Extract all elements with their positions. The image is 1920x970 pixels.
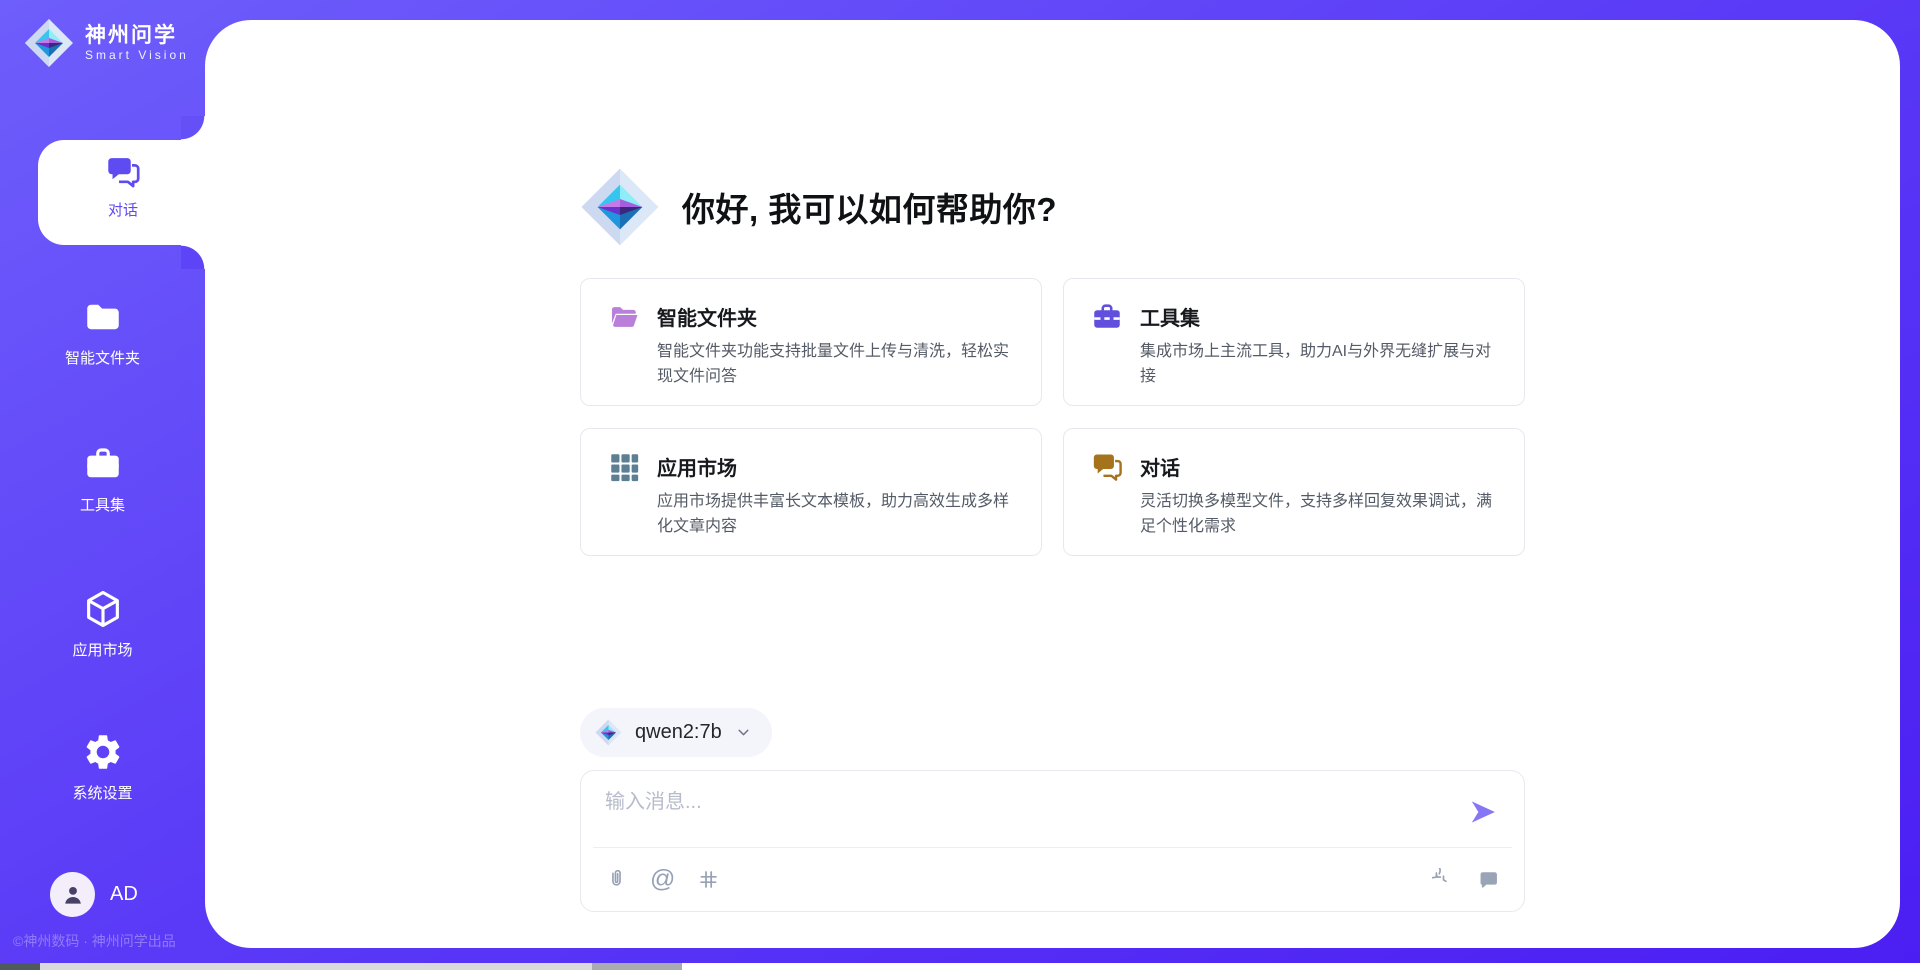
sidebar-item-label: 应用市场	[72, 639, 132, 660]
sidebar-item-label: 对话	[108, 199, 138, 220]
card-title: 智能文件夹	[657, 302, 1015, 331]
folder-icon	[82, 296, 124, 338]
sidebar-item-toolset[interactable]: 工具集	[0, 443, 205, 515]
comment-icon[interactable]	[1477, 868, 1500, 891]
brand-name: 神州问学	[85, 24, 189, 48]
toolbox-icon	[1090, 300, 1124, 334]
card-title: 应用市场	[657, 452, 1015, 481]
model-name: qwen2:7b	[635, 721, 722, 744]
open-folder-icon	[607, 300, 641, 334]
sidebar-item-label: 智能文件夹	[65, 347, 140, 368]
active-tab-fillet-bottom	[181, 245, 205, 269]
active-tab-fillet-top	[181, 116, 205, 140]
card-description: 灵活切换多模型文件，支持多样回复效果调试，满足个性化需求	[1140, 490, 1498, 540]
model-selector[interactable]: qwen2:7b	[580, 708, 772, 757]
scrollbar-track	[40, 963, 592, 970]
avatar	[50, 872, 95, 917]
sidebar-item-app-market[interactable]: 应用市场	[0, 588, 205, 660]
user-account[interactable]: AD	[50, 872, 138, 917]
card-smart-folder[interactable]: 智能文件夹 智能文件夹功能支持批量文件上传与清洗，轻松实现文件问答	[580, 278, 1042, 406]
user-name: AD	[110, 883, 138, 906]
copyright: ©神州数码 · 神州问学出品	[13, 931, 176, 951]
card-description: 集成市场上主流工具，助力AI与外界无缝扩展与对接	[1140, 340, 1498, 390]
hashtag-icon[interactable]	[697, 868, 720, 891]
greeting-text: 你好, 我可以如何帮助你?	[682, 183, 1057, 231]
horizontal-scrollbar[interactable]	[0, 963, 1920, 970]
chat-bubbles-icon	[1090, 450, 1124, 484]
scrollbar-track-end	[682, 963, 1920, 970]
send-icon[interactable]	[1468, 797, 1498, 827]
feature-cards: 智能文件夹 智能文件夹功能支持批量文件上传与清洗，轻松实现文件问答 工具集 集成…	[580, 278, 1525, 556]
sidebar-item-label: 工具集	[80, 494, 125, 515]
toolbox-icon	[82, 443, 124, 485]
history-icon[interactable]	[1432, 868, 1455, 891]
greeting: 你好, 我可以如何帮助你?	[580, 163, 1525, 251]
chat-bubbles-icon	[104, 153, 142, 191]
brand-subtitle: Smart Vision	[85, 48, 189, 62]
brand: 神州问学 Smart Vision	[24, 18, 189, 68]
sidebar: 神州问学 Smart Vision 对话 智能文件夹 工具集 应用市场 系统设置	[0, 0, 205, 970]
sidebar-item-chat[interactable]: 对话	[38, 140, 208, 245]
tile-grid-icon	[607, 450, 641, 484]
brand-gem-diamond-icon	[24, 18, 74, 68]
gear-icon	[82, 731, 124, 773]
paperclip-icon[interactable]	[605, 868, 628, 891]
chevron-down-icon	[735, 724, 752, 741]
card-title: 工具集	[1140, 302, 1498, 331]
main-panel: 你好, 我可以如何帮助你? 智能文件夹 智能文件夹功能支持批量文件上传与清洗，轻…	[205, 20, 1900, 948]
message-composer: @	[580, 770, 1525, 912]
card-title: 对话	[1140, 452, 1498, 481]
card-chat[interactable]: 对话 灵活切换多模型文件，支持多样回复效果调试，满足个性化需求	[1063, 428, 1525, 556]
sidebar-item-label: 系统设置	[72, 782, 132, 803]
gem-diamond-icon	[595, 719, 622, 746]
card-app-market[interactable]: 应用市场 应用市场提供丰富长文本模板，助力高效生成多样化文章内容	[580, 428, 1042, 556]
sidebar-item-smart-folder[interactable]: 智能文件夹	[0, 296, 205, 368]
card-toolset[interactable]: 工具集 集成市场上主流工具，助力AI与外界无缝扩展与对接	[1063, 278, 1525, 406]
scrollbar-thumb[interactable]	[592, 963, 682, 970]
card-description: 应用市场提供丰富长文本模板，助力高效生成多样化文章内容	[657, 490, 1015, 540]
gem-diamond-icon	[580, 167, 660, 247]
sidebar-item-settings[interactable]: 系统设置	[0, 731, 205, 803]
cube-icon	[82, 588, 124, 630]
scrollbar-segment	[0, 963, 40, 970]
mention-icon[interactable]: @	[650, 868, 675, 891]
card-description: 智能文件夹功能支持批量文件上传与清洗，轻松实现文件问答	[657, 340, 1015, 390]
message-input[interactable]	[605, 785, 1455, 819]
avatar-person-icon	[60, 882, 86, 908]
